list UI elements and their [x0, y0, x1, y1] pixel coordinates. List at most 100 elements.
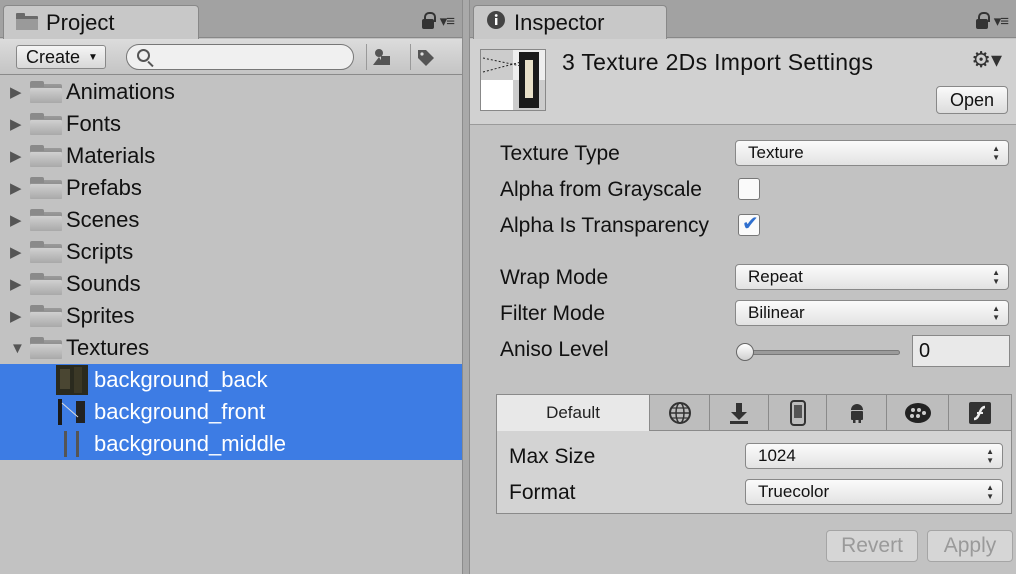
lock-icon[interactable]: [975, 12, 990, 29]
tree-item-fonts[interactable]: ▶ Fonts: [0, 108, 462, 140]
texture-type-dropdown[interactable]: Texture ▲ ▼: [735, 140, 1009, 166]
open-button[interactable]: Open: [936, 86, 1008, 114]
tree-item-label: Prefabs: [66, 175, 142, 200]
expand-arrow-icon[interactable]: ▶: [10, 243, 30, 261]
collapse-arrow-icon[interactable]: ▼: [10, 340, 30, 357]
texture-thumbnail-icon: [56, 397, 88, 427]
tree-item-textures[interactable]: ▼ Textures: [0, 332, 462, 364]
project-toolbar: Create ▼: [0, 39, 462, 75]
panel-splitter[interactable]: [462, 0, 470, 574]
wrap-mode-label: Wrap Mode: [500, 266, 609, 289]
format-dropdown[interactable]: Truecolor ▲ ▼: [745, 479, 1003, 505]
alpha-from-grayscale-checkbox[interactable]: [738, 178, 760, 200]
aniso-level-label: Aniso Level: [500, 338, 609, 361]
chevron-down-icon: ▼: [88, 51, 98, 63]
aniso-slider-knob[interactable]: [736, 343, 754, 361]
format-label: Format: [509, 481, 576, 504]
texture-type-label: Texture Type: [500, 142, 620, 165]
android-icon[interactable]: [827, 395, 887, 431]
tab-default-label: Default: [546, 403, 600, 422]
revert-button[interactable]: Revert: [826, 530, 918, 562]
wrap-mode-dropdown[interactable]: Repeat ▲ ▼: [735, 264, 1009, 290]
tree-item-label: Scripts: [66, 239, 134, 264]
folder-icon: [30, 305, 62, 327]
tree-item-label: Sprites: [66, 303, 135, 328]
inspector-tab-actions: ▾≡: [975, 12, 1009, 30]
alpha-is-transparency-checkbox[interactable]: [738, 211, 760, 236]
tree-item-label: background_middle: [94, 431, 287, 456]
tree-item-background-back[interactable]: background_back: [0, 364, 462, 396]
format-value: Truecolor: [758, 482, 830, 501]
tree-item-scripts[interactable]: ▶ Scripts: [0, 236, 462, 268]
inspector-header-title: 3 Texture 2Ds Import Settings: [562, 49, 874, 75]
tree-item-label: Materials: [66, 143, 156, 168]
apply-button[interactable]: Apply: [927, 530, 1013, 562]
tree-item-label: background_front: [94, 399, 266, 424]
gear-icon[interactable]: ⚙▾: [971, 47, 1002, 73]
info-icon: [486, 10, 506, 36]
folder-icon: [30, 241, 62, 263]
max-size-dropdown[interactable]: 1024 ▲ ▼: [745, 443, 1003, 469]
tree-item-animations[interactable]: ▶ Animations: [0, 76, 462, 108]
tab-inspector[interactable]: Inspector: [473, 5, 667, 39]
expand-arrow-icon[interactable]: ▶: [10, 275, 30, 293]
create-button[interactable]: Create ▼: [16, 45, 106, 69]
tree-item-scenes[interactable]: ▶ Scenes: [0, 204, 462, 236]
updown-caret-icon: ▲ ▼: [986, 447, 994, 465]
tree-item-label: background_back: [94, 367, 268, 392]
expand-arrow-icon[interactable]: ▶: [10, 83, 30, 101]
tree-item-label: Textures: [66, 335, 150, 360]
folder-icon: [30, 81, 62, 103]
inspector-panel: Inspector ▾≡ 3 Texture 2Ds Import Settin…: [470, 0, 1016, 574]
inspector-header: 3 Texture 2Ds Import Settings ⚙▾ Open: [470, 39, 1016, 125]
folder-icon: [30, 209, 62, 231]
texture-thumbnail-icon: [56, 365, 88, 395]
expand-arrow-icon[interactable]: ▶: [10, 179, 30, 197]
updown-caret-icon: ▲ ▼: [992, 268, 1000, 286]
expand-arrow-icon[interactable]: ▶: [10, 211, 30, 229]
tree-item-sounds[interactable]: ▶ Sounds: [0, 268, 462, 300]
filter-by-type-icon[interactable]: [366, 44, 396, 70]
aniso-level-input[interactable]: 0: [912, 335, 1010, 367]
updown-caret-icon: ▲ ▼: [986, 483, 994, 501]
project-tabbar: Project ▾≡: [0, 0, 462, 39]
project-tree: ▶ Animations ▶ Fonts ▶ Materials ▶ Prefa…: [0, 76, 462, 574]
max-size-value: 1024: [758, 446, 796, 465]
tree-item-background-front[interactable]: background_front: [0, 396, 462, 428]
texture-type-value: Texture: [748, 143, 804, 162]
expand-arrow-icon[interactable]: ▶: [10, 307, 30, 325]
alpha-from-grayscale-label: Alpha from Grayscale: [500, 178, 702, 201]
filter-mode-label: Filter Mode: [500, 302, 606, 325]
search-input[interactable]: [126, 44, 354, 70]
tab-default[interactable]: Default: [497, 395, 650, 431]
inspector-tab-label: Inspector: [514, 9, 605, 35]
tree-item-prefabs[interactable]: ▶ Prefabs: [0, 172, 462, 204]
tab-menu-icon[interactable]: ▾≡: [994, 12, 1009, 30]
filter-mode-value: Bilinear: [748, 303, 805, 322]
lock-icon[interactable]: [421, 12, 436, 29]
updown-caret-icon: ▲ ▼: [992, 304, 1000, 322]
alpha-is-transparency-label: Alpha Is Transparency: [500, 214, 709, 237]
tree-item-materials[interactable]: ▶ Materials: [0, 140, 462, 172]
phone-icon[interactable]: [769, 395, 827, 431]
tree-item-label: Sounds: [66, 271, 141, 296]
filter-mode-dropdown[interactable]: Bilinear ▲ ▼: [735, 300, 1009, 326]
tree-item-label: Scenes: [66, 207, 140, 232]
tab-project[interactable]: Project: [3, 5, 199, 39]
filter-by-label-icon[interactable]: [410, 44, 440, 70]
download-icon[interactable]: [710, 395, 769, 431]
tree-item-label: Fonts: [66, 111, 122, 136]
wrap-mode-value: Repeat: [748, 267, 803, 286]
platform-tabs: Default: [497, 395, 1011, 431]
tab-menu-icon[interactable]: ▾≡: [440, 12, 455, 30]
tree-item-sprites[interactable]: ▶ Sprites: [0, 300, 462, 332]
globe-icon[interactable]: [650, 395, 710, 431]
aniso-slider-track[interactable]: [742, 350, 900, 355]
tree-item-background-middle[interactable]: background_middle: [0, 428, 462, 460]
project-tab-actions: ▾≡: [421, 12, 455, 30]
expand-arrow-icon[interactable]: ▶: [10, 115, 30, 133]
flash-icon[interactable]: [949, 395, 1011, 431]
search-icon: [137, 49, 150, 62]
blackberry-icon[interactable]: [887, 395, 949, 431]
expand-arrow-icon[interactable]: ▶: [10, 147, 30, 165]
